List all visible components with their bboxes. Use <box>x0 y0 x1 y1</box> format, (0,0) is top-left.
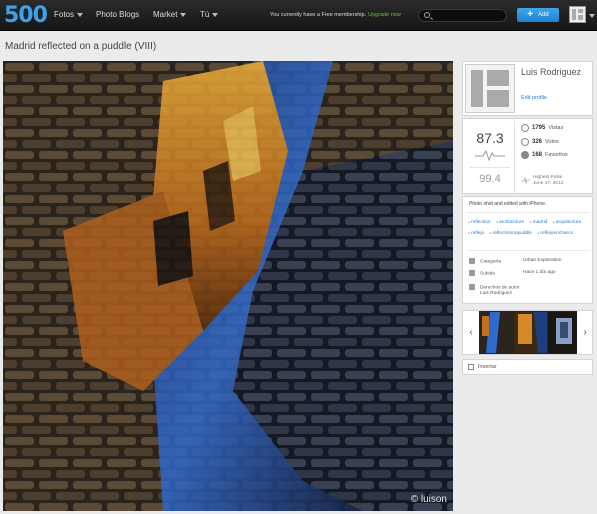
category-row: Categoría <box>469 258 501 264</box>
vote-icon <box>521 138 529 146</box>
copyright-row: Derechos de autor <box>469 284 519 290</box>
membership-notice: You currently have a Free membership. Upg… <box>270 12 401 18</box>
tag-link[interactable]: arquitectura <box>553 220 581 225</box>
search-icon <box>424 12 430 18</box>
tag-link[interactable]: reflectiononpuddle <box>490 231 532 236</box>
uploaded-label: Subida <box>480 271 495 277</box>
add-button[interactable]: + Add <box>517 8 559 22</box>
main-photo[interactable]: © luison <box>3 61 453 511</box>
pulse-value: 87.3 <box>476 130 504 146</box>
add-button-label: Add <box>538 12 549 18</box>
divider <box>467 250 590 251</box>
eye-icon <box>521 124 529 132</box>
tag-link[interactable]: reflejoencharco <box>537 231 573 236</box>
copyright-label: Derechos de autor <box>480 285 520 291</box>
photo-title: Madrid reflected on a puddle (VIII) <box>5 41 157 52</box>
tag-link[interactable]: reflejo <box>468 231 484 236</box>
edit-profile-link[interactable]: Edit profile <box>521 95 547 101</box>
chevron-down-icon <box>180 12 187 17</box>
votes-count: 326 <box>532 139 543 145</box>
heart-icon <box>521 151 529 159</box>
nav-item-label: Market <box>153 10 178 19</box>
nav-item-market[interactable]: Market <box>153 10 187 19</box>
copyright-value: Luis Rodriguez <box>480 291 512 296</box>
highest-pulse-info: Highest Pulse June 17, 2012 <box>533 175 563 188</box>
author-avatar[interactable] <box>465 64 515 113</box>
chevron-down-icon <box>212 12 219 17</box>
chevron-down-icon[interactable] <box>589 14 595 18</box>
divider <box>470 167 510 168</box>
author-name[interactable]: Luis Rodriguez <box>521 67 591 78</box>
votes-stat: 326 Votos <box>521 138 559 146</box>
nav-item-label: Tú <box>200 10 210 19</box>
user-avatar[interactable] <box>569 6 586 23</box>
membership-text: You currently have a Free membership. <box>270 12 367 18</box>
chevron-down-icon <box>77 12 84 17</box>
highest-pulse-date: June 17, 2012 <box>533 181 564 187</box>
thumbnail-image <box>480 312 513 353</box>
tag-list: reflection architecture madrid arquitect… <box>468 217 590 239</box>
search-box[interactable] <box>418 9 507 22</box>
views-count: 1795 <box>532 125 546 131</box>
tag-link[interactable]: madrid <box>530 220 548 225</box>
logo-text: 500 <box>4 2 48 28</box>
embed-button[interactable]: Insertar <box>462 359 593 375</box>
tag-link[interactable]: architecture <box>496 220 524 225</box>
stats-panel: 87.3 99.4 1795 Vistas 326 Votos 168 Favo… <box>462 118 593 194</box>
favorites-count: 168 <box>532 152 543 158</box>
nav-item-label: Photo Blogs <box>96 10 140 19</box>
highest-pulse-icon <box>521 177 530 184</box>
thumbnail[interactable] <box>514 312 547 353</box>
copyright-icon <box>469 284 475 290</box>
thumbnail[interactable] <box>480 312 513 353</box>
views-stat: 1795 Vistas <box>521 124 563 132</box>
pulse-icon <box>475 149 505 161</box>
nav-item-fotos[interactable]: Fotos <box>54 10 84 19</box>
author-panel: Luis Rodriguez Edit profile <box>462 61 593 116</box>
nav-item-label: Fotos <box>54 10 75 19</box>
favorites-label: Favoritos <box>545 152 568 158</box>
category-value[interactable]: Urban Exploration <box>523 258 561 263</box>
embed-icon <box>468 364 474 370</box>
thumbnail-strip: ‹ › <box>462 310 593 355</box>
uploaded-row: Subida <box>469 270 495 276</box>
tag-link[interactable]: reflection <box>468 220 491 225</box>
next-arrow-icon[interactable]: › <box>577 311 592 354</box>
plus-icon: + <box>527 9 534 20</box>
views-label: Vistas <box>548 125 564 131</box>
divider <box>467 212 590 213</box>
category-label: Categoría <box>480 259 502 265</box>
upgrade-link[interactable]: Upgrade now <box>368 12 401 18</box>
photo-description: Photo shot and edited with iPhone. <box>469 201 547 207</box>
uploaded-value: Hace 1 día ago <box>523 270 556 275</box>
category-icon <box>469 258 475 264</box>
upload-icon <box>469 270 475 276</box>
nav-item-tu[interactable]: Tú <box>200 10 219 19</box>
top-navigation-bar: 500 Fotos Photo Blogs Market Tú You curr… <box>0 0 597 31</box>
votes-label: Votos <box>545 139 559 145</box>
site-logo[interactable]: 500 <box>4 2 48 28</box>
thumbnail-image <box>514 312 547 353</box>
prev-arrow-icon[interactable]: ‹ <box>463 311 479 354</box>
favorites-stat: 168 Favoritos <box>521 151 568 159</box>
search-input[interactable] <box>434 11 504 20</box>
pulse-box: 87.3 99.4 <box>465 121 515 193</box>
photo-watermark: © luison <box>410 494 447 505</box>
details-panel: Photo shot and edited with iPhone. refle… <box>462 196 593 304</box>
nav-item-photo-blogs[interactable]: Photo Blogs <box>96 10 139 19</box>
embed-label: Insertar <box>478 364 497 370</box>
photo-image <box>3 61 453 511</box>
highest-pulse-value: 99.4 <box>479 173 501 185</box>
